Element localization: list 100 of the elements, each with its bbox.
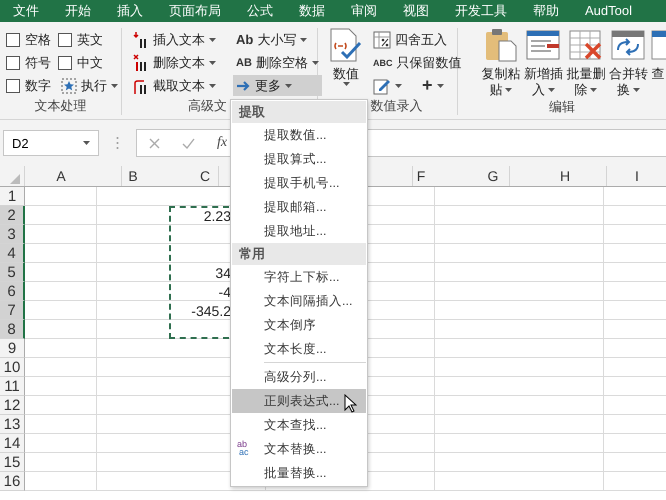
run-button[interactable]: 执行 (58, 75, 122, 96)
text-tool-button[interactable]: 删除文本 (130, 52, 219, 73)
ribbon-tab[interactable]: 文件 (0, 0, 52, 22)
group-label: 文本处理 (34, 97, 86, 115)
ribbon-tab[interactable]: 公式 (234, 0, 286, 22)
mouse-pointer-icon (344, 394, 357, 413)
checkbox-label: 英文 (77, 30, 103, 48)
ribbon-tab[interactable]: 审阅 (338, 0, 390, 22)
group-label: 高级文 (188, 97, 227, 115)
checkbox[interactable] (58, 56, 72, 70)
row-header[interactable]: 8 (0, 320, 25, 339)
row-header[interactable]: 13 (0, 415, 25, 434)
number-tool-button[interactable]: ABC 只保留数值 (370, 52, 464, 73)
row-header[interactable]: 14 (0, 434, 25, 453)
caret-icon (395, 84, 402, 88)
cell-value: -345.2 (191, 302, 231, 318)
row-header[interactable]: 11 (0, 377, 25, 396)
column-header[interactable]: A (56, 168, 66, 184)
row-header[interactable]: 5 (0, 263, 25, 282)
menu-item[interactable]: 文本长度... (232, 337, 366, 361)
row-header[interactable]: 16 (0, 472, 25, 491)
column-header[interactable]: C (200, 168, 210, 184)
menu-item[interactable]: 文本倒序 (232, 313, 366, 337)
add-dropdown-button[interactable]: + (419, 75, 447, 96)
row-header[interactable]: 6 (0, 282, 25, 301)
row-header[interactable]: 10 (0, 358, 25, 377)
edit-tool-button[interactable]: 批量删 除 (565, 28, 606, 98)
caret-icon (590, 88, 598, 92)
delete-text-icon (133, 54, 149, 72)
caret-icon (548, 88, 555, 92)
menu-item[interactable]: 文本间隔插入... (232, 289, 366, 313)
group-label: 编辑 (549, 98, 575, 116)
function-label: fx (217, 135, 228, 151)
column-header[interactable]: H (560, 168, 570, 184)
insert-row-icon (525, 28, 562, 62)
caret-icon (505, 88, 512, 92)
menu-section-title: 常用 (239, 245, 265, 263)
column-header[interactable]: F (416, 168, 426, 184)
column-header[interactable]: I (635, 168, 639, 184)
caret-icon (111, 84, 118, 88)
name-box[interactable]: D2 (3, 130, 99, 156)
row-header[interactable]: 15 (0, 453, 25, 472)
menu-item[interactable]: 批量替换... (232, 461, 366, 485)
row-header[interactable]: 7 (0, 301, 25, 320)
menu-item[interactable]: ab ac 文本替换... (232, 437, 366, 461)
percent-grid-icon (373, 30, 391, 48)
delete-grid-icon (568, 28, 604, 62)
ribbon-tab[interactable]: 视图 (390, 0, 442, 22)
ribbon-tab[interactable]: 开发工具 (442, 0, 520, 22)
more-button[interactable]: 更多 (233, 75, 322, 96)
column-header[interactable]: G (488, 168, 498, 184)
caret-icon (436, 84, 444, 88)
ribbon-tab[interactable]: 插入 (104, 0, 156, 22)
row-header[interactable]: 4 (0, 244, 25, 263)
edit-tool-button[interactable]: 合并转 换 (608, 28, 649, 98)
caret-icon (209, 60, 216, 64)
checkbox[interactable] (58, 32, 72, 46)
menu-item[interactable]: 字符上下标... (232, 265, 366, 289)
caret-icon (312, 60, 319, 64)
document-check-icon (328, 28, 364, 62)
edit-tool-button[interactable]: 新增插 入 (522, 28, 564, 98)
ribbon-tab[interactable]: 数据 (286, 0, 338, 22)
checkbox[interactable] (6, 56, 20, 70)
checkbox[interactable] (6, 32, 20, 46)
menu-item[interactable]: 正则表达式... (232, 389, 366, 413)
caret-icon (83, 141, 90, 145)
number-tool-button[interactable]: 四舍五入 (370, 29, 464, 50)
caret-icon (285, 84, 292, 88)
checkbox[interactable] (6, 78, 20, 92)
group-label: 数值录入 (370, 97, 422, 115)
caret-icon (209, 84, 216, 88)
row-header[interactable]: 2 (0, 206, 25, 225)
ribbon-tab[interactable]: 页面布局 (156, 0, 234, 22)
row-header[interactable]: 1 (0, 187, 25, 206)
text-tool-button[interactable]: 截取文本 (130, 75, 219, 96)
edit-tool-button[interactable]: 查 (650, 28, 666, 98)
cell-value: -4 (218, 284, 231, 300)
caret-icon (209, 38, 216, 42)
row-header[interactable]: 12 (0, 396, 25, 415)
row-header[interactable]: 3 (0, 225, 25, 244)
menu-item[interactable]: 文本查找... (232, 413, 366, 437)
merge-arrows-icon (610, 28, 646, 62)
row-header[interactable]: 9 (0, 339, 25, 358)
checkbox-label: 空格 (25, 30, 51, 48)
cell-value: 34 (215, 264, 231, 280)
checkbox-label: 数字 (25, 76, 51, 94)
menu-item[interactable]: 高级分列... (232, 365, 366, 389)
ribbon-tab[interactable]: 帮助 (520, 0, 572, 22)
drag-handle-icon (116, 136, 119, 150)
ribbon-tab[interactable]: 开始 (52, 0, 104, 22)
menu-section-title: 提取 (239, 103, 265, 121)
close-icon (149, 138, 160, 148)
edit-tool-button[interactable]: 复制粘 贴 (480, 28, 522, 98)
menu-item[interactable]: 提取地址... (232, 219, 366, 243)
menu-item[interactable]: 提取邮箱... (232, 195, 366, 219)
text-tool-button[interactable]: 插入文本 (130, 29, 219, 50)
menu-item[interactable]: 提取手机号... (232, 171, 366, 195)
caret-icon (300, 38, 308, 42)
column-header[interactable]: B (128, 168, 138, 184)
ribbon-tab[interactable]: AudTool (572, 0, 645, 22)
